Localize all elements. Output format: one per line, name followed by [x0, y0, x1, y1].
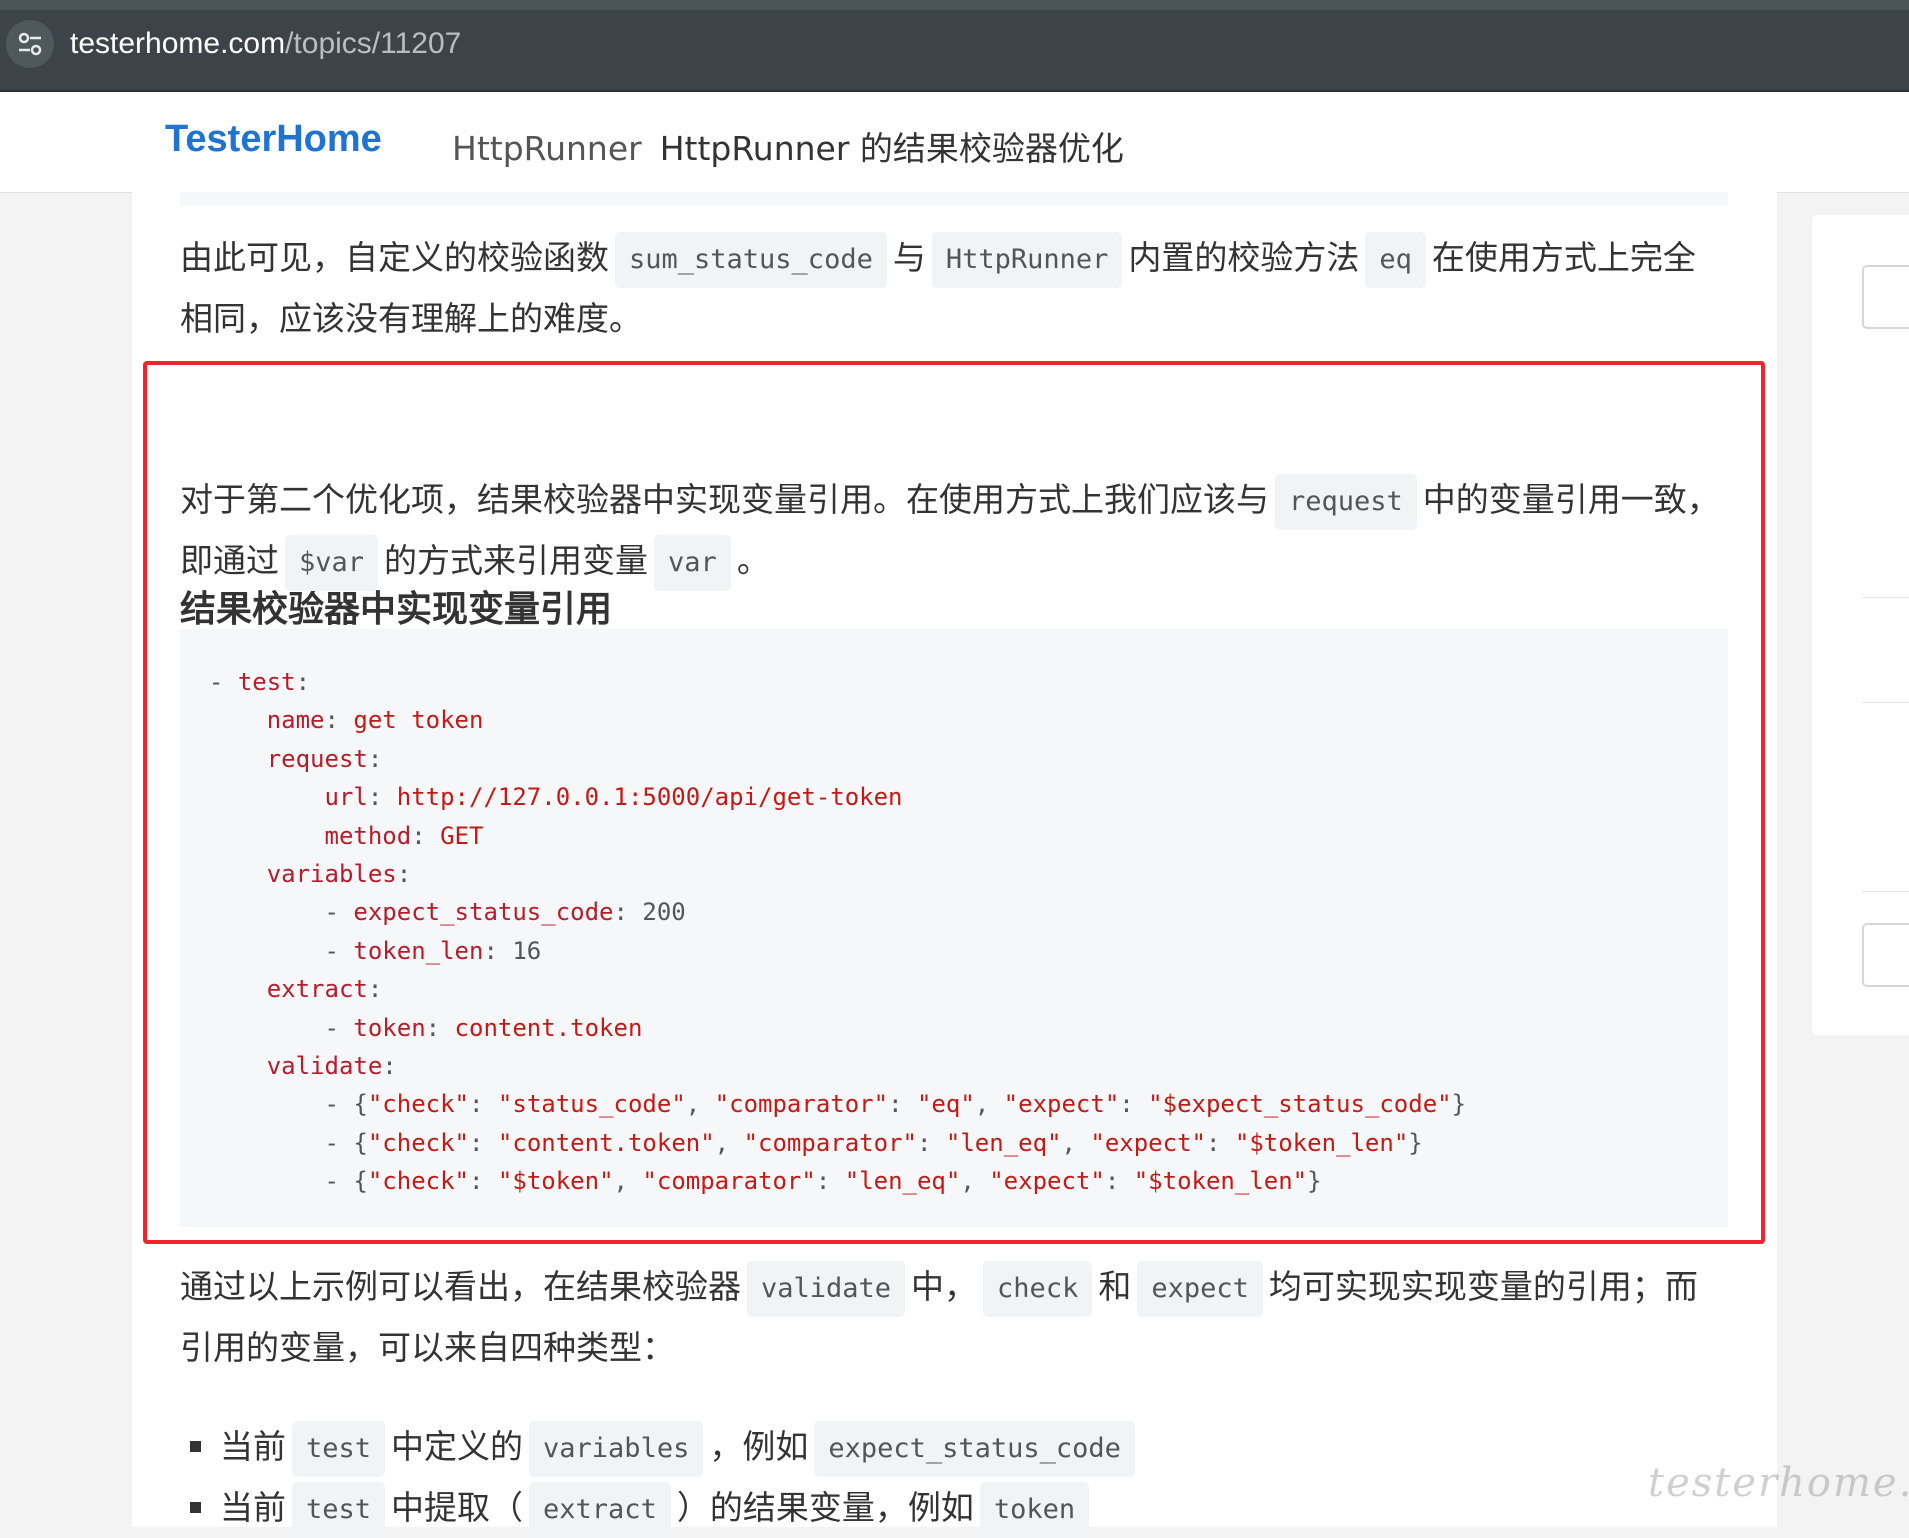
text: 当前 [220, 1427, 286, 1466]
inline-code: HttpRunner [931, 231, 1123, 288]
text: 和 [1098, 1267, 1132, 1306]
topic-title-bar: HttpRunner HttpRunner 的结果校验器优化 [452, 122, 1124, 170]
inline-code: sum_status_code [615, 231, 887, 288]
bullet-icon [190, 1441, 201, 1452]
inline-code: expect_status_code [814, 1420, 1135, 1477]
inline-code: eq [1365, 231, 1426, 288]
bullet-list: 当前 test 中定义的 variables ，例如 expect_status_code… [180, 1416, 1710, 1538]
watermark: testerhome.com [1648, 1460, 1909, 1506]
list-item: 当前 test 中定义的 variables ，例如 expect_status_code [180, 1416, 1710, 1477]
paragraph: 由此可见，自定义的校验函数 sum_status_code 与 HttpRunner 内… [180, 227, 1710, 349]
text: 通过以上示例可以看出，在结果校验器 [180, 1267, 741, 1306]
topic-node[interactable]: HttpRunner [452, 129, 642, 168]
text: ）的结果变量，例如 [676, 1488, 974, 1527]
text: 中定义的 [391, 1427, 524, 1466]
text: ，例如 [709, 1427, 809, 1466]
address-bar[interactable]: testerhome.com/topics/11207 [70, 22, 461, 66]
inline-code: check [983, 1260, 1093, 1317]
browser-tab-strip [0, 0, 1909, 10]
text: 由此可见，自定义的校验函数 [180, 238, 609, 277]
site-info-button[interactable] [6, 20, 54, 68]
site-logo[interactable]: TesterHome [165, 118, 382, 161]
code-block-end [180, 192, 1728, 206]
inline-code: test [292, 1420, 386, 1477]
text: 与 [892, 238, 926, 277]
divider [1862, 702, 1909, 703]
text: 中提取（ [391, 1488, 524, 1527]
list-item: 当前 test 中提取（ extract ）的结果变量，例如 token [180, 1477, 1710, 1538]
inline-code: token [979, 1481, 1090, 1538]
url-path: /topics/11207 [285, 27, 462, 60]
divider [1862, 597, 1909, 598]
site-header: TesterHome HttpRunner HttpRunner 的结果校验器优化 [0, 92, 1909, 193]
text: 内置的校验方法 [1128, 238, 1360, 277]
divider [1862, 891, 1909, 892]
topic-title: HttpRunner 的结果校验器优化 [659, 129, 1124, 168]
inline-code: expect [1137, 1260, 1263, 1317]
inline-code: validate [747, 1260, 906, 1317]
inline-code: test [292, 1481, 386, 1538]
sidebar-button[interactable] [1862, 265, 1909, 329]
inline-code: extract [529, 1481, 671, 1538]
browser-toolbar: testerhome.com/topics/11207 [0, 0, 1909, 92]
tune-icon [18, 32, 42, 56]
right-sidebar [1812, 215, 1909, 1035]
text: 当前 [220, 1488, 286, 1527]
inline-code: variables [529, 1420, 704, 1477]
text: 中， [911, 1267, 978, 1306]
url-host: testerhome.com [70, 27, 286, 60]
paragraph: 通过以上示例可以看出，在结果校验器 validate 中， check 和 expect 均… [180, 1256, 1720, 1378]
sidebar-button[interactable] [1862, 923, 1909, 987]
bullet-icon [190, 1502, 201, 1513]
highlight-annotation [143, 361, 1765, 1244]
